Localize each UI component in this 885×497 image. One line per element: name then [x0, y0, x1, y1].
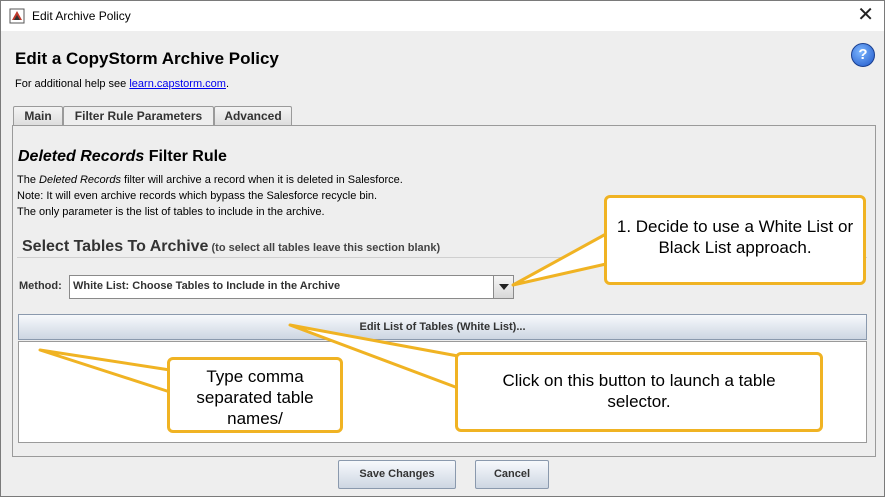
- button-callout: Click on this button to launch a table s…: [455, 352, 823, 432]
- textarea-callout: Type comma separated table names/: [167, 357, 343, 433]
- textarea-callout-pointer: [38, 348, 172, 394]
- method-callout: 1. Decide to use a White List or Black L…: [604, 195, 866, 285]
- method-callout-pointer: [511, 232, 608, 287]
